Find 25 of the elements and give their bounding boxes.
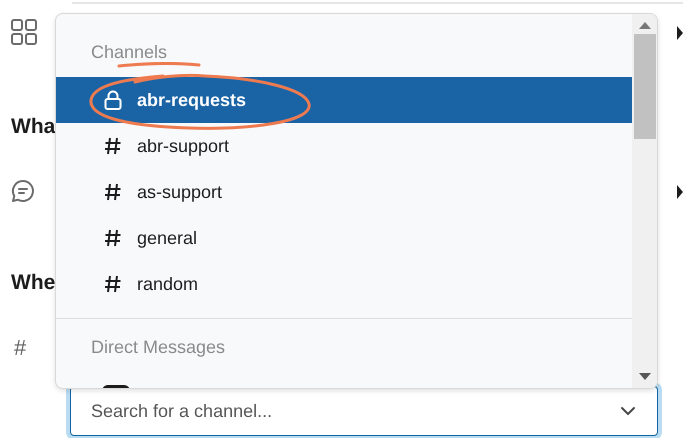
grid-icon[interactable] bbox=[11, 19, 37, 45]
scrollbar-thumb[interactable] bbox=[634, 34, 656, 139]
section-heading: Whe bbox=[11, 271, 56, 295]
caret-icon[interactable] bbox=[677, 185, 683, 199]
hash-icon bbox=[104, 228, 122, 248]
section-heading: Wha bbox=[11, 115, 56, 139]
scroll-down-icon[interactable] bbox=[638, 373, 650, 380]
channel-option[interactable]: abr-requests bbox=[56, 77, 632, 123]
channel-option[interactable]: random bbox=[56, 261, 632, 307]
chat-bubble-icon bbox=[11, 179, 35, 203]
chevron-down-icon[interactable] bbox=[620, 406, 636, 416]
scroll-up-icon[interactable] bbox=[638, 22, 650, 29]
lock-icon bbox=[104, 90, 122, 110]
channel-option[interactable]: abr-support bbox=[56, 123, 632, 169]
hash-icon bbox=[104, 274, 122, 294]
hash-icon bbox=[104, 182, 122, 202]
caret-icon[interactable] bbox=[677, 26, 683, 40]
hash-icon bbox=[104, 136, 122, 156]
channel-option[interactable]: general bbox=[56, 215, 632, 261]
channel-option[interactable]: as-support bbox=[56, 169, 632, 215]
section-title: Channels bbox=[90, 42, 168, 64]
section-title: Direct Messages bbox=[90, 337, 226, 359]
scrollbar[interactable] bbox=[632, 14, 657, 388]
search-field[interactable]: Search for a channel... bbox=[70, 386, 658, 436]
hash-symbol: # bbox=[14, 335, 26, 361]
